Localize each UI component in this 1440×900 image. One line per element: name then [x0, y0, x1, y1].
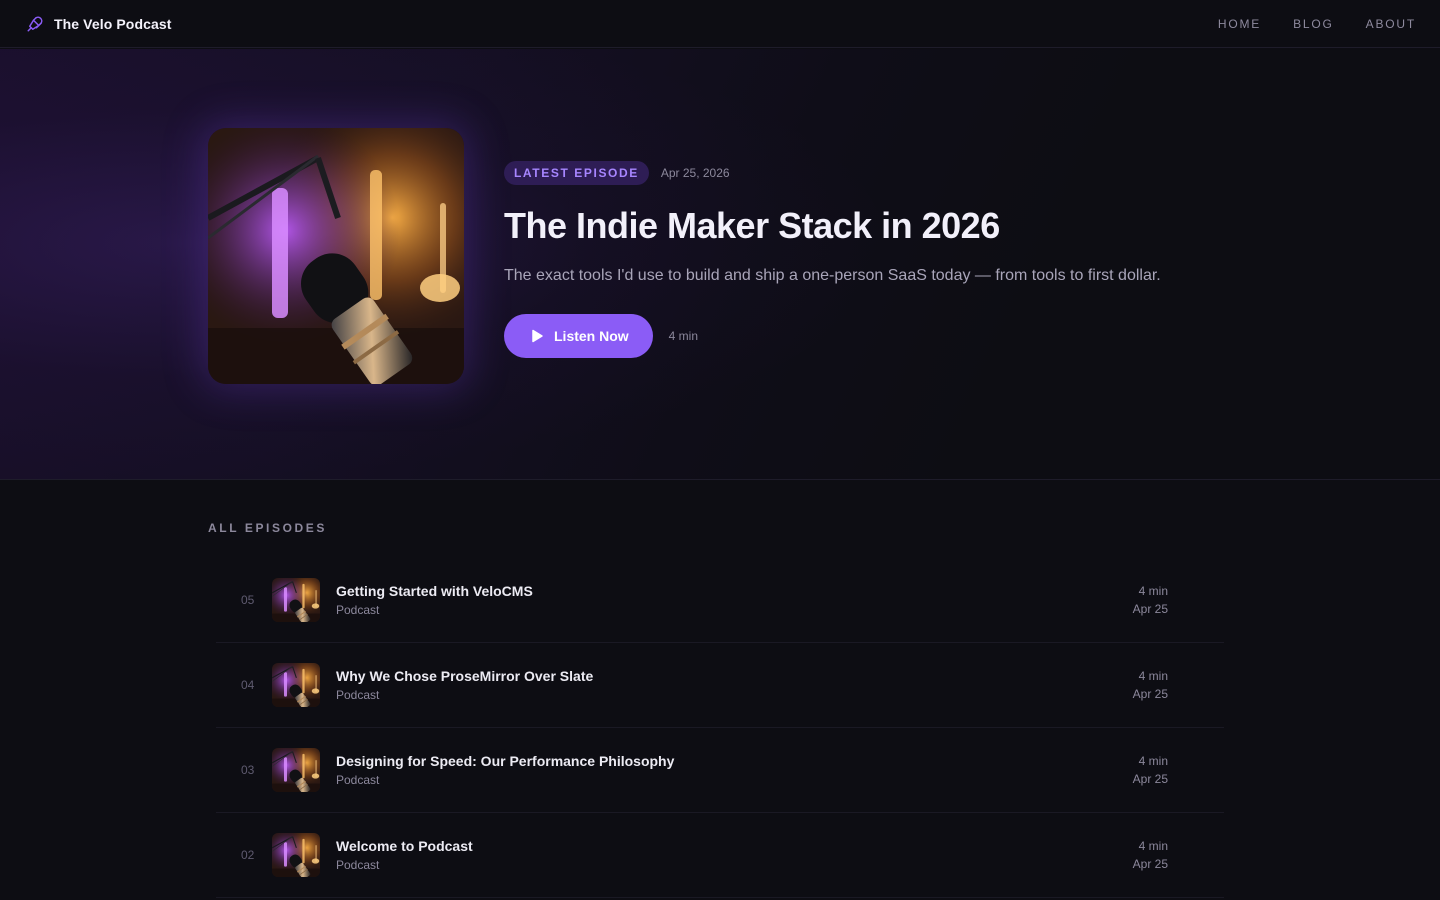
episode-date: Apr 25 — [1132, 772, 1168, 786]
brand[interactable]: The Velo Podcast — [26, 15, 172, 33]
listen-now-button[interactable]: Listen Now — [504, 314, 653, 358]
episode-category: Podcast — [336, 858, 380, 872]
episode-meta: 4 min Apr 25 — [1133, 837, 1168, 873]
episode-title: Designing for Speed: Our Performance Phi… — [336, 753, 675, 769]
episode-info: Welcome to Podcast Podcast — [336, 837, 1133, 873]
episode-date: Apr 25 — [1132, 602, 1168, 616]
hero-latest-episode: LATEST EPISODE Apr 25, 2026 The Indie Ma… — [0, 49, 1440, 480]
episode-number: 04 — [241, 678, 255, 692]
episode-title: Getting Started with VeloCMS — [336, 583, 533, 599]
main-nav: HOME BLOG ABOUT — [1218, 17, 1416, 31]
episode-date: Apr 25 — [1132, 687, 1168, 701]
play-icon — [530, 329, 544, 343]
episode-duration: 4 min — [1138, 754, 1168, 768]
episode-meta: 4 min Apr 25 — [1133, 752, 1168, 788]
hero-description: The exact tools I'd use to build and shi… — [504, 267, 1161, 284]
episode-thumbnail — [272, 578, 320, 622]
nav-home-link[interactable]: HOME — [1218, 17, 1261, 31]
episode-duration: 4 min — [1138, 584, 1168, 598]
episode-title: Welcome to Podcast — [336, 838, 473, 854]
microphone-logo-icon — [26, 15, 44, 33]
hero-title[interactable]: The Indie Maker Stack in 2026 — [504, 204, 1304, 248]
episode-info: Why We Chose ProseMirror Over Slate Podc… — [336, 667, 1133, 703]
nav-blog-link[interactable]: BLOG — [1293, 17, 1334, 31]
top-navigation-bar: The Velo Podcast HOME BLOG ABOUT — [0, 0, 1440, 48]
episode-meta: 4 min Apr 25 — [1133, 582, 1168, 618]
episode-date: Apr 25 — [1132, 857, 1168, 871]
episode-number: 05 — [241, 593, 255, 607]
brand-name: The Velo Podcast — [54, 15, 172, 32]
hero-duration: 4 min — [668, 329, 699, 343]
episode-category: Podcast — [336, 688, 380, 702]
hero-meta: LATEST EPISODE Apr 25, 2026 — [504, 161, 1304, 185]
episode-row[interactable]: 03 Designing for Speed: Our Performance … — [216, 728, 1224, 813]
episode-thumbnail — [272, 663, 320, 707]
episode-category: Podcast — [336, 603, 380, 617]
hero-cta-row: Listen Now 4 min — [504, 314, 1304, 358]
episode-row[interactable]: 02 Welcome to Podcast Podcast 4 min Apr … — [216, 813, 1224, 898]
episode-list: 05 Getting Started with VeloCMS Podcast … — [216, 558, 1224, 898]
episode-title: Why We Chose ProseMirror Over Slate — [336, 668, 594, 684]
episode-info: Designing for Speed: Our Performance Phi… — [336, 752, 1133, 788]
latest-episode-cover-image[interactable] — [208, 128, 464, 384]
episode-row[interactable]: 04 Why We Chose ProseMirror Over Slate P… — [216, 643, 1224, 728]
episode-number: 02 — [241, 848, 255, 862]
episode-number: 03 — [241, 763, 255, 777]
hero-text: LATEST EPISODE Apr 25, 2026 The Indie Ma… — [504, 161, 1304, 358]
hero-date: Apr 25, 2026 — [660, 166, 730, 180]
episode-info: Getting Started with VeloCMS Podcast — [336, 582, 1133, 618]
episode-duration: 4 min — [1138, 839, 1168, 853]
all-episodes-heading: ALL EPISODES — [208, 521, 327, 535]
episode-category: Podcast — [336, 773, 380, 787]
episode-thumbnail — [272, 833, 320, 877]
episode-thumbnail — [272, 748, 320, 792]
episode-row[interactable]: 05 Getting Started with VeloCMS Podcast … — [216, 558, 1224, 643]
listen-now-label: Listen Now — [554, 328, 629, 344]
episode-meta: 4 min Apr 25 — [1133, 667, 1168, 703]
nav-about-link[interactable]: ABOUT — [1366, 17, 1416, 31]
episode-duration: 4 min — [1138, 669, 1168, 683]
latest-episode-badge: LATEST EPISODE — [504, 161, 649, 185]
